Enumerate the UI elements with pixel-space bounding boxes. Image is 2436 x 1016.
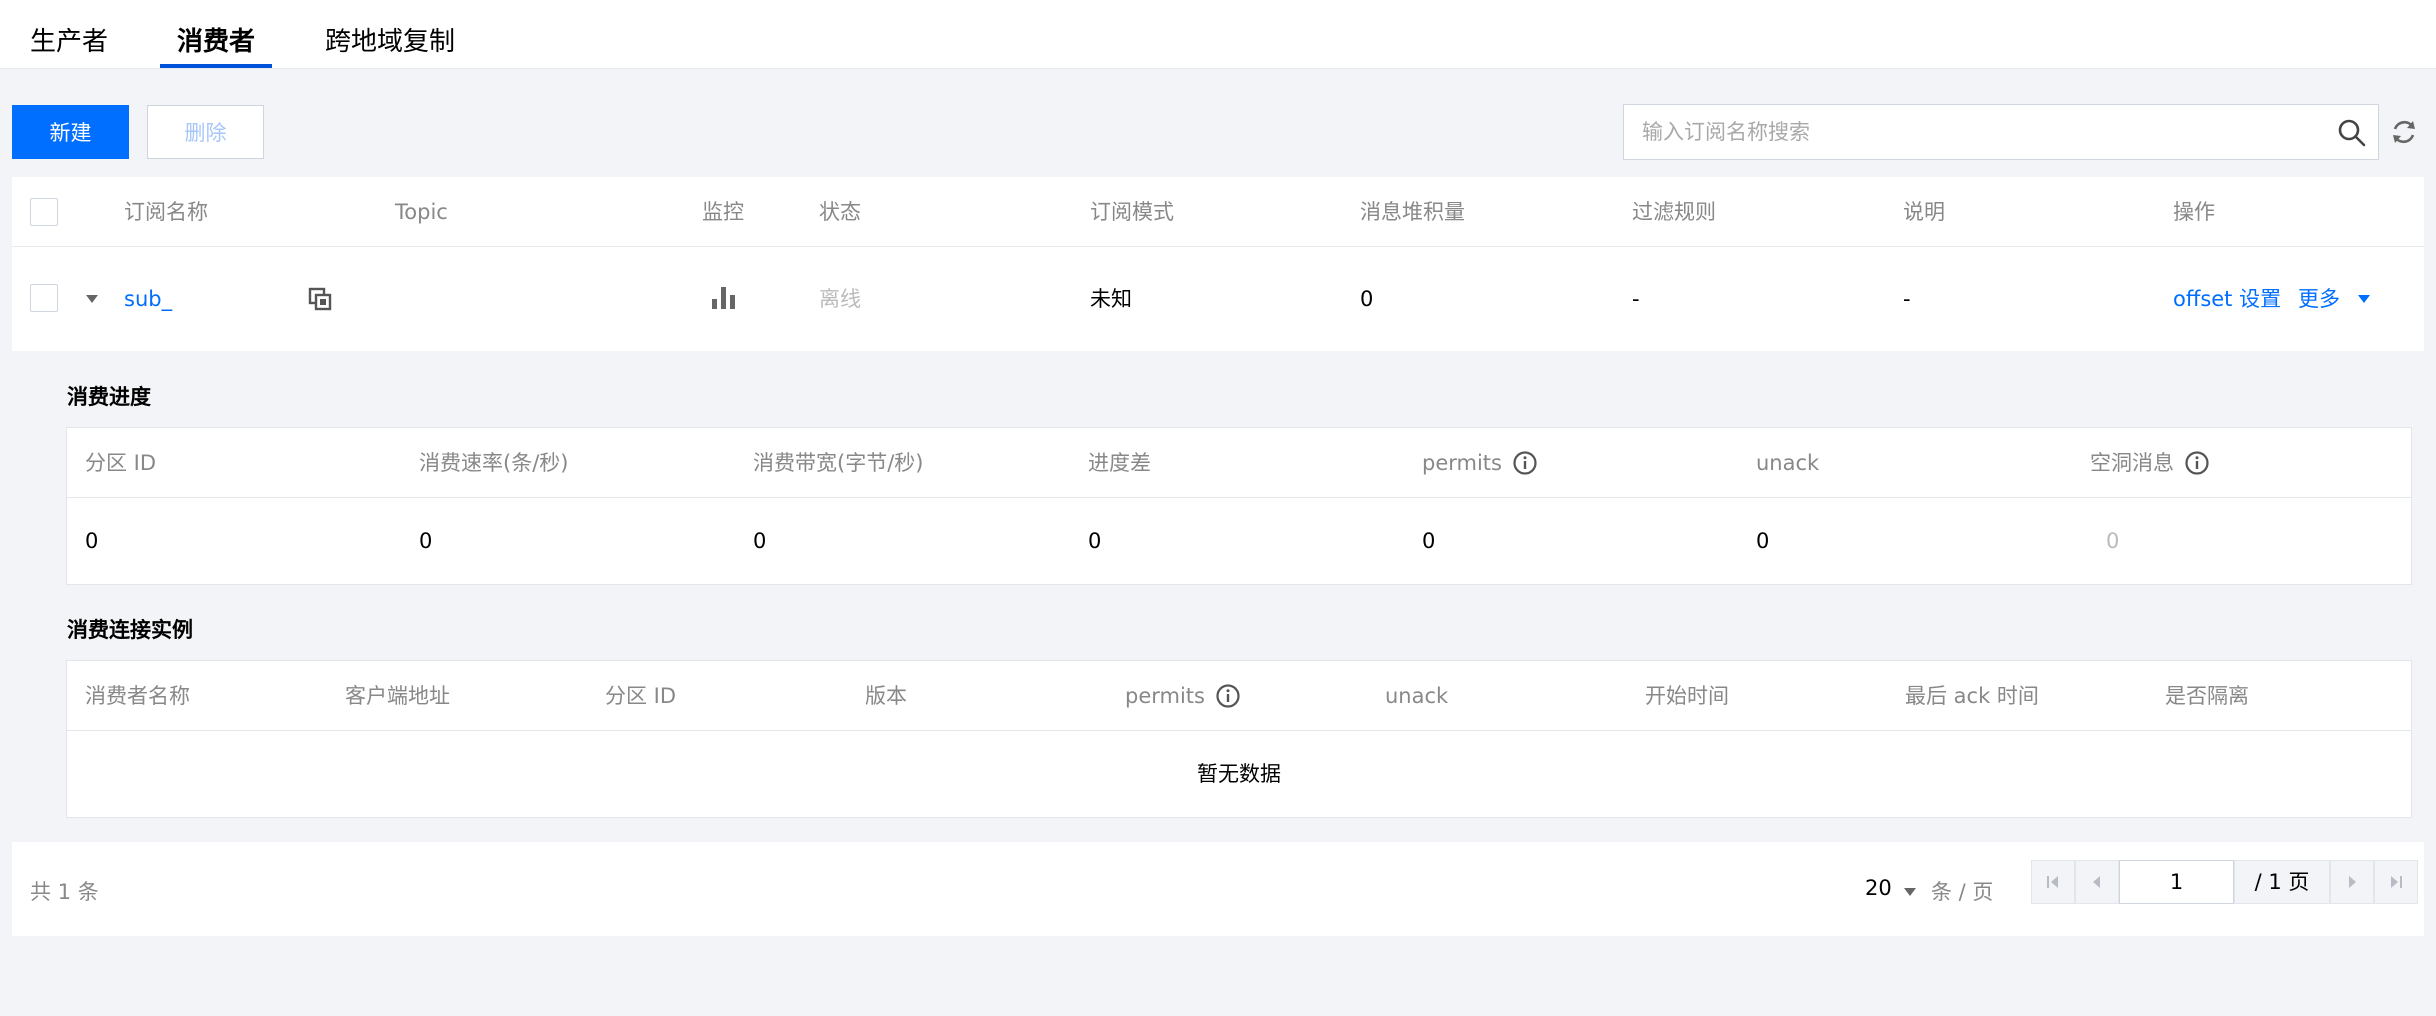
search-box [1623,104,2379,160]
instances-table-header: 消费者名称 客户端地址 分区 ID 版本 permits unack 开始时间 … [67,661,2411,731]
progress-title: 消费进度 [67,385,151,409]
col-status: 状态 [819,200,861,224]
col-version: 版本 [865,684,907,708]
table-header: 订阅名称 Topic 监控 状态 订阅模式 消息堆积量 过滤规则 说明 操作 [12,177,2424,247]
last-page-button[interactable] [2374,860,2418,904]
col-mode: 订阅模式 [1090,200,1174,224]
col-partition-id: 分区 ID [85,451,157,475]
page-number-input[interactable]: 1 [2119,860,2234,904]
page-size-value: 20 [1865,876,1892,900]
col-start-time: 开始时间 [1645,684,1729,708]
col-description: 说明 [1903,200,1945,224]
next-page-button[interactable] [2330,860,2374,904]
col-subscription-name: 订阅名称 [124,200,208,224]
search-input[interactable] [1624,105,2314,159]
first-page-button[interactable] [2031,860,2075,904]
hole-messages-info-icon[interactable] [2184,450,2210,476]
col-backlog: 消息堆积量 [1360,200,1465,224]
value-unack: 0 [1756,529,1770,553]
col-filter: 过滤规则 [1632,200,1716,224]
progress-table-header: 分区 ID 消费速率(条/秒) 消费带宽(字节/秒) 进度差 permits u… [67,428,2411,498]
col-last-ack-time: 最后 ack 时间 [1905,684,2039,708]
value-hole-messages: 0 [2106,529,2120,553]
subscription-table: 订阅名称 Topic 监控 状态 订阅模式 消息堆积量 过滤规则 说明 操作 s… [12,177,2424,1016]
col-instance-partition-id: 分区 ID [605,684,677,708]
page-total-label: / 1 页 [2234,860,2330,904]
tab-bar: 生产者 消费者 跨地域复制 [0,0,2436,69]
filter-value: - [1632,287,1640,311]
page-size-select[interactable]: 20 [1865,876,1892,900]
active-tab-indicator [160,64,272,68]
last-page-icon [2391,876,2402,888]
value-partition-id: 0 [85,529,99,553]
col-instance-permits: permits [1125,684,1205,708]
description-value: - [1903,287,1911,311]
search-icon[interactable] [2336,117,2368,149]
copy-icon[interactable] [308,287,332,311]
empty-state-text: 暂无数据 [1197,762,1281,786]
col-actions: 操作 [2173,200,2215,224]
page-size-chevron-down-icon[interactable] [1902,886,1918,898]
mode-text: 未知 [1090,287,1132,311]
status-text: 离线 [819,287,861,311]
backlog-value: 0 [1360,287,1374,311]
col-progress-diff: 进度差 [1088,451,1151,475]
value-permits: 0 [1422,529,1436,553]
col-permits: permits [1422,451,1502,475]
refresh-icon[interactable] [2388,116,2420,148]
tab-producer[interactable]: 生产者 [30,18,108,68]
total-count: 1 [57,880,72,904]
col-monitor: 监控 [702,200,744,224]
subscription-name-link[interactable]: sub_ [124,247,172,351]
more-actions-link[interactable]: 更多 [2298,247,2340,351]
total-suffix: 条 [77,880,99,904]
col-isolated: 是否隔离 [2165,684,2249,708]
prev-page-icon [2093,876,2100,888]
col-unack: unack [1756,451,1820,475]
col-instance-unack: unack [1385,684,1449,708]
prev-page-button[interactable] [2075,860,2119,904]
per-page-label: 条 / 页 [1931,880,1994,904]
expand-caret-icon[interactable] [84,293,100,305]
col-consumer-name: 消费者名称 [85,684,190,708]
monitor-chart-icon[interactable] [710,285,738,311]
select-all-checkbox[interactable] [30,198,58,226]
col-consume-bandwidth: 消费带宽(字节/秒) [753,451,924,475]
instances-title: 消费连接实例 [67,618,193,642]
value-progress-diff: 0 [1088,529,1102,553]
tab-geo-replication[interactable]: 跨地域复制 [325,18,455,68]
value-consume-bandwidth: 0 [753,529,767,553]
progress-table: 分区 ID 消费速率(条/秒) 消费带宽(字节/秒) 进度差 permits u… [66,427,2412,585]
offset-settings-link[interactable]: offset 设置 [2173,247,2281,351]
value-consume-rate: 0 [419,529,433,553]
tab-consumer[interactable]: 消费者 [177,18,255,68]
col-consume-rate: 消费速率(条/秒) [419,451,569,475]
next-page-icon [2349,876,2356,888]
instances-table: 消费者名称 客户端地址 分区 ID 版本 permits unack 开始时间 … [66,660,2412,818]
permits-info-icon[interactable] [1512,450,1538,476]
table-row: sub_ 离线 未知 0 - - offset 设置 更多 [12,247,2424,351]
col-client-address: 客户端地址 [345,684,450,708]
new-button[interactable]: 新建 [12,105,129,159]
col-topic: Topic [395,200,448,224]
more-chevron-down-icon[interactable] [2356,293,2372,305]
col-hole-messages: 空洞消息 [2090,451,2174,475]
instance-permits-info-icon[interactable] [1215,683,1241,709]
total-prefix: 共 [30,880,51,904]
row-checkbox[interactable] [30,284,58,312]
first-page-icon [2047,876,2058,888]
delete-button[interactable]: 删除 [147,105,264,159]
